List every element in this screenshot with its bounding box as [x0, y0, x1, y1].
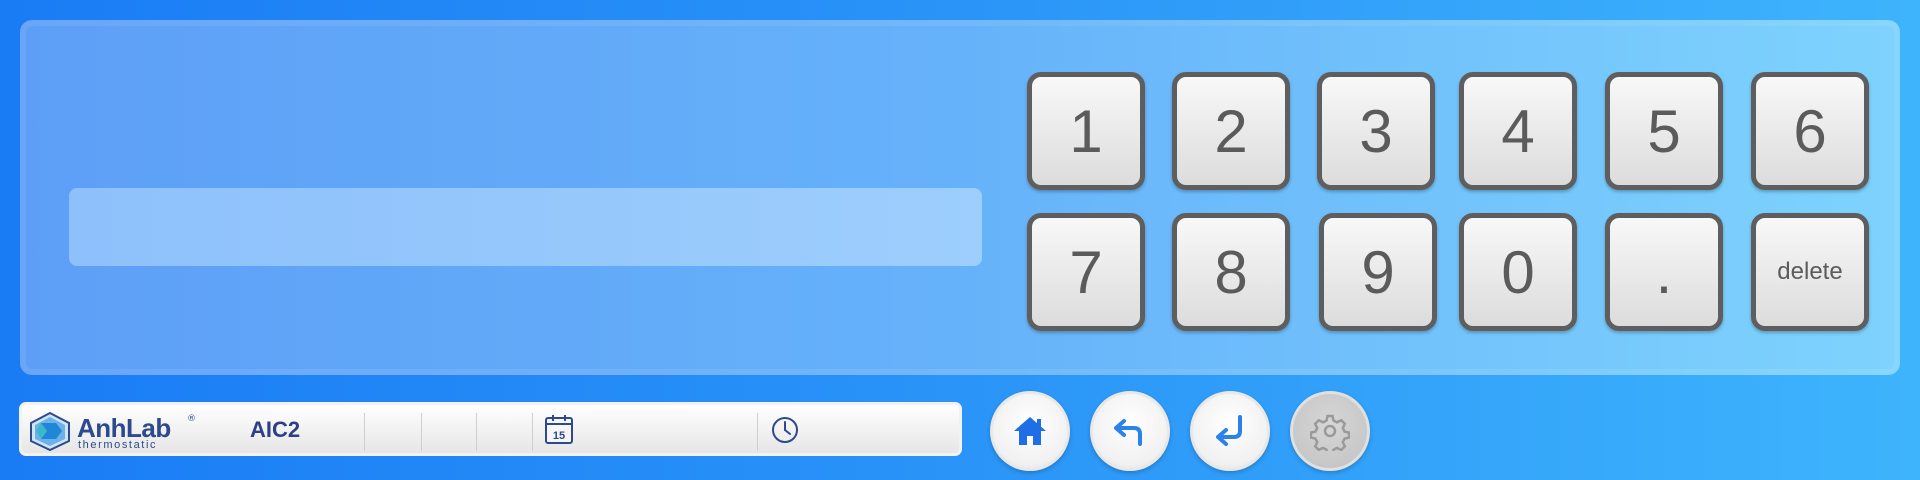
key-5[interactable]: 5 — [1605, 72, 1723, 190]
status-bar: AnhLab ® thermostatic AIC2 15 — [19, 402, 962, 456]
key-2[interactable]: 2 — [1172, 72, 1290, 190]
key-4[interactable]: 4 — [1459, 72, 1577, 190]
divider — [476, 413, 477, 451]
brand-logo: AnhLab ® thermostatic — [28, 411, 198, 453]
key-6[interactable]: 6 — [1751, 72, 1869, 190]
divider — [757, 413, 758, 451]
clock-icon — [772, 417, 798, 443]
divider — [532, 413, 533, 451]
device-id-label: AIC2 — [250, 417, 301, 442]
key-9[interactable]: 9 — [1319, 213, 1437, 331]
gear-icon — [1310, 414, 1350, 451]
settings-button[interactable] — [1290, 391, 1370, 471]
key-3[interactable]: 3 — [1317, 72, 1435, 190]
divider — [364, 413, 365, 451]
brand-tagline: thermostatic — [78, 439, 158, 451]
home-icon — [1014, 417, 1046, 445]
calendar-icon: 15 — [545, 415, 573, 444]
registered-mark: ® — [187, 414, 196, 424]
value-input[interactable] — [69, 188, 982, 266]
cube-logo-icon — [30, 411, 70, 452]
keypad-panel: 1 2 3 4 5 6 7 8 9 0 . delete — [20, 20, 1900, 375]
back-arrow-icon — [1114, 419, 1142, 446]
calendar-day: 15 — [553, 430, 565, 442]
key-8[interactable]: 8 — [1172, 213, 1290, 331]
divider — [421, 413, 422, 451]
key-7[interactable]: 7 — [1027, 213, 1145, 331]
enter-button[interactable] — [1190, 391, 1270, 471]
key-1[interactable]: 1 — [1027, 72, 1145, 190]
delete-button[interactable]: delete — [1751, 213, 1869, 331]
enter-icon — [1216, 415, 1242, 446]
key-0[interactable]: 0 — [1459, 213, 1577, 331]
back-button[interactable] — [1090, 391, 1170, 471]
home-button[interactable] — [990, 391, 1070, 471]
key-decimal[interactable]: . — [1605, 213, 1723, 331]
